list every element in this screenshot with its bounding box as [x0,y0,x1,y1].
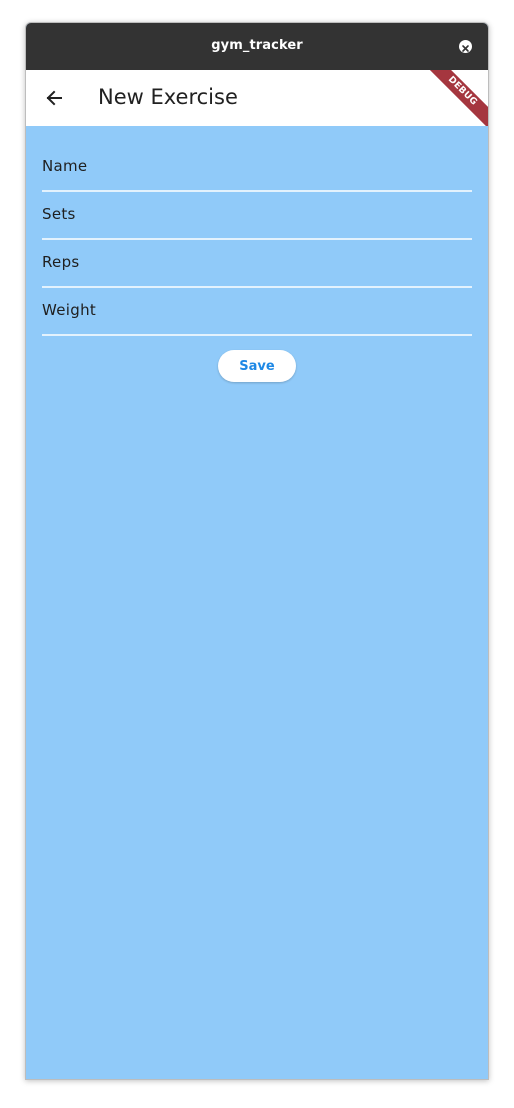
sets-field-label: Sets [42,205,76,223]
page-title: New Exercise [98,85,238,109]
close-icon[interactable] [459,40,472,53]
app-bar: New Exercise DEBUG [26,70,488,126]
debug-banner: DEBUG [421,70,488,126]
window-title: gym_tracker [211,38,303,53]
form-area: Name Sets Reps Weight Save [26,126,488,1079]
window-titlebar[interactable]: gym_tracker [26,23,488,70]
reps-field-label: Reps [42,253,80,271]
weight-field-label: Weight [42,301,97,319]
arrow-left-icon[interactable] [40,84,68,112]
name-field[interactable]: Name [42,144,472,192]
name-field-label: Name [42,157,88,175]
weight-field[interactable]: Weight [42,288,472,336]
app-window: gym_tracker New Exercise DEBUG Name Sets… [25,22,489,1080]
sets-field[interactable]: Sets [42,192,472,240]
reps-field[interactable]: Reps [42,240,472,288]
save-button[interactable]: Save [218,350,296,382]
